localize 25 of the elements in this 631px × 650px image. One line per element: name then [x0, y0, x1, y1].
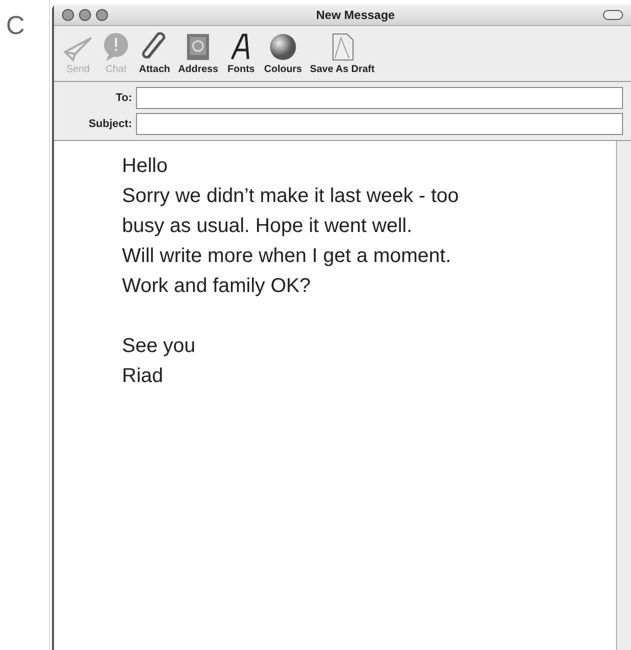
message-line: Sorry we didn’t make it last week - too: [122, 184, 459, 209]
toolbar-button[interactable]: Fonts: [225, 32, 258, 77]
toolbar-toggle-icon[interactable]: [603, 10, 623, 20]
message-body[interactable]: Hello Sorry we didn’t make it last week - too busy as usual. Hope it went well. Will write more when I get a moment. Work and family OK? See you Riad: [54, 141, 617, 650]
message-line: See you: [122, 334, 196, 359]
input-field[interactable]: [136, 113, 623, 135]
window-control-icon[interactable]: [62, 8, 74, 20]
sphere-icon: [268, 32, 298, 62]
speech-bubble-icon: [101, 32, 131, 62]
message-line: Hello: [122, 154, 168, 179]
toolbar-button[interactable]: Colours: [263, 32, 303, 77]
message-line: Work and family OK?: [122, 274, 311, 299]
toolbar-button[interactable]: Save As Draft: [308, 32, 376, 77]
window-title: New Message: [315, 6, 396, 24]
message-line: busy as usual. Hope it went well.: [122, 214, 412, 239]
toolbar-button[interactable]: Attach: [138, 32, 172, 77]
message-line: Will write more when I get a moment.: [122, 244, 451, 269]
field-label: To:: [114, 90, 133, 106]
toolbar-button[interactable]: Address: [177, 32, 220, 77]
window-control-icon[interactable]: [96, 8, 108, 20]
window-control-icon[interactable]: [79, 8, 91, 20]
field-label: Subject:: [88, 116, 133, 132]
input-field[interactable]: [136, 87, 623, 109]
message-line: Riad: [122, 364, 164, 389]
figure-label: C: [6, 10, 25, 40]
